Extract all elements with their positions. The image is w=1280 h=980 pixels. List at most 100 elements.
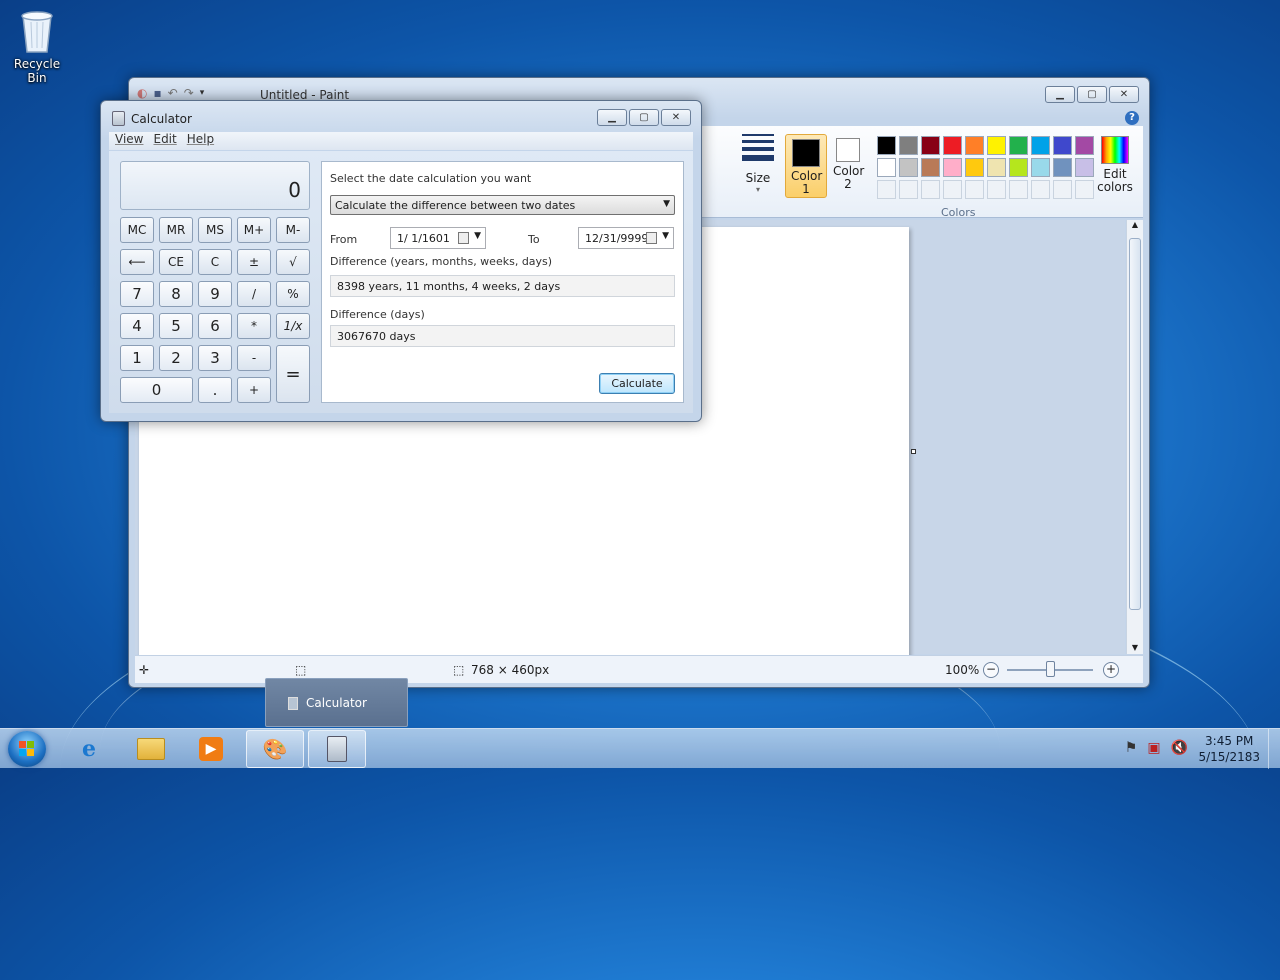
- palette-swatch[interactable]: [877, 136, 896, 155]
- key-mr[interactable]: MR: [159, 217, 193, 243]
- chevron-down-icon[interactable]: ▼: [662, 231, 669, 241]
- edit-colors-button[interactable]: Edit colors: [1095, 134, 1135, 194]
- color1-button[interactable]: Color 1: [785, 134, 827, 198]
- key-reciprocal[interactable]: 1/x: [276, 313, 310, 339]
- key-ms[interactable]: MS: [198, 217, 232, 243]
- custom-color-slot[interactable]: [943, 180, 962, 199]
- key-equals[interactable]: =: [276, 345, 310, 403]
- palette-swatch[interactable]: [943, 136, 962, 155]
- key-m-plus[interactable]: M+: [237, 217, 271, 243]
- palette-swatch[interactable]: [965, 158, 984, 177]
- undo-icon[interactable]: ↶: [168, 86, 178, 100]
- custom-color-slot[interactable]: [1075, 180, 1094, 199]
- key-2[interactable]: 2: [159, 345, 193, 371]
- taskbar-media-player-button[interactable]: ▶: [182, 730, 240, 768]
- custom-color-slot[interactable]: [899, 180, 918, 199]
- key-3[interactable]: 3: [198, 345, 232, 371]
- start-button[interactable]: [8, 731, 46, 767]
- key-6[interactable]: 6: [198, 313, 232, 339]
- palette-swatch[interactable]: [1031, 158, 1050, 177]
- taskbar-thumbnail-popup[interactable]: Calculator: [265, 678, 408, 727]
- calendar-icon[interactable]: [646, 232, 657, 244]
- key-add[interactable]: +: [237, 377, 271, 403]
- scroll-up-icon[interactable]: ▲: [1127, 220, 1143, 229]
- taskbar-ie-button[interactable]: e: [60, 730, 118, 768]
- palette-swatch[interactable]: [1031, 136, 1050, 155]
- redo-icon[interactable]: ↷: [184, 86, 194, 100]
- key-9[interactable]: 9: [198, 281, 232, 307]
- network-icon[interactable]: ▣: [1147, 740, 1160, 756]
- color2-button[interactable]: Color 2: [827, 134, 869, 198]
- chevron-down-icon[interactable]: ▼: [474, 231, 481, 241]
- to-date-picker[interactable]: 12/31/9999 ▼: [578, 227, 674, 249]
- taskbar-explorer-button[interactable]: [122, 730, 180, 768]
- palette-swatch[interactable]: [899, 158, 918, 177]
- palette-swatch[interactable]: [899, 136, 918, 155]
- custom-color-slot[interactable]: [921, 180, 940, 199]
- palette-swatch[interactable]: [921, 136, 940, 155]
- scroll-down-icon[interactable]: ▼: [1127, 643, 1143, 652]
- key-7[interactable]: 7: [120, 281, 154, 307]
- zoom-out-button[interactable]: −: [983, 662, 999, 678]
- key-decimal[interactable]: .: [198, 377, 232, 403]
- customize-qat-icon[interactable]: ▾: [200, 88, 205, 98]
- calendar-icon[interactable]: [458, 232, 469, 244]
- paint-app-icon[interactable]: ◐: [137, 86, 147, 100]
- canvas-resize-handle[interactable]: [911, 449, 916, 454]
- custom-color-slot[interactable]: [877, 180, 896, 199]
- close-button[interactable]: ✕: [1109, 86, 1139, 103]
- key-mc[interactable]: MC: [120, 217, 154, 243]
- key-ce[interactable]: CE: [159, 249, 193, 275]
- from-date-picker[interactable]: 1/ 1/1601 ▼: [390, 227, 486, 249]
- calc-close-button[interactable]: ✕: [661, 109, 691, 126]
- key-plus-minus[interactable]: ±: [237, 249, 271, 275]
- key-sqrt[interactable]: √: [276, 249, 310, 275]
- zoom-slider-thumb[interactable]: [1046, 661, 1055, 677]
- key-c[interactable]: C: [198, 249, 232, 275]
- key-4[interactable]: 4: [120, 313, 154, 339]
- menu-view[interactable]: View: [115, 132, 143, 150]
- custom-color-slot[interactable]: [1009, 180, 1028, 199]
- custom-color-slot[interactable]: [1053, 180, 1072, 199]
- custom-color-slot[interactable]: [965, 180, 984, 199]
- calculator-app-icon[interactable]: [112, 111, 125, 126]
- taskbar-paint-button[interactable]: 🎨: [246, 730, 304, 768]
- key-5[interactable]: 5: [159, 313, 193, 339]
- date-calc-mode-select[interactable]: Calculate the difference between two dat…: [330, 195, 675, 215]
- zoom-in-button[interactable]: +: [1103, 662, 1119, 678]
- key-1[interactable]: 1: [120, 345, 154, 371]
- palette-swatch[interactable]: [1075, 158, 1094, 177]
- calc-maximize-button[interactable]: ▢: [629, 109, 659, 126]
- key-0[interactable]: 0: [120, 377, 193, 403]
- palette-swatch[interactable]: [1075, 136, 1094, 155]
- clock[interactable]: 3:45 PM 5/15/2183: [1198, 733, 1260, 765]
- save-icon[interactable]: ▪: [153, 86, 161, 100]
- palette-swatch[interactable]: [987, 158, 1006, 177]
- taskbar-calculator-button[interactable]: [308, 730, 366, 768]
- palette-swatch[interactable]: [943, 158, 962, 177]
- key-8[interactable]: 8: [159, 281, 193, 307]
- palette-swatch[interactable]: [1053, 136, 1072, 155]
- palette-swatch[interactable]: [1009, 158, 1028, 177]
- help-icon[interactable]: ?: [1125, 111, 1139, 125]
- menu-edit[interactable]: Edit: [153, 132, 176, 150]
- custom-color-slot[interactable]: [987, 180, 1006, 199]
- palette-swatch[interactable]: [1053, 158, 1072, 177]
- show-desktop-button[interactable]: [1268, 729, 1280, 769]
- key-m-minus[interactable]: M-: [276, 217, 310, 243]
- key-backspace[interactable]: ⟵: [120, 249, 154, 275]
- minimize-button[interactable]: ▁: [1045, 86, 1075, 103]
- palette-swatch[interactable]: [1009, 136, 1028, 155]
- volume-muted-icon[interactable]: 🔇: [1171, 740, 1188, 756]
- calculate-button[interactable]: Calculate: [599, 373, 675, 394]
- recycle-bin-desktop-icon[interactable]: Recycle Bin: [4, 6, 70, 85]
- scroll-thumb[interactable]: [1129, 238, 1141, 610]
- key-multiply[interactable]: *: [237, 313, 271, 339]
- palette-swatch[interactable]: [965, 136, 984, 155]
- palette-swatch[interactable]: [921, 158, 940, 177]
- calc-minimize-button[interactable]: ▁: [597, 109, 627, 126]
- vertical-scrollbar[interactable]: ▲ ▼: [1126, 220, 1143, 654]
- key-subtract[interactable]: -: [237, 345, 271, 371]
- key-percent[interactable]: %: [276, 281, 310, 307]
- action-center-flag-icon[interactable]: ⚑: [1125, 740, 1138, 756]
